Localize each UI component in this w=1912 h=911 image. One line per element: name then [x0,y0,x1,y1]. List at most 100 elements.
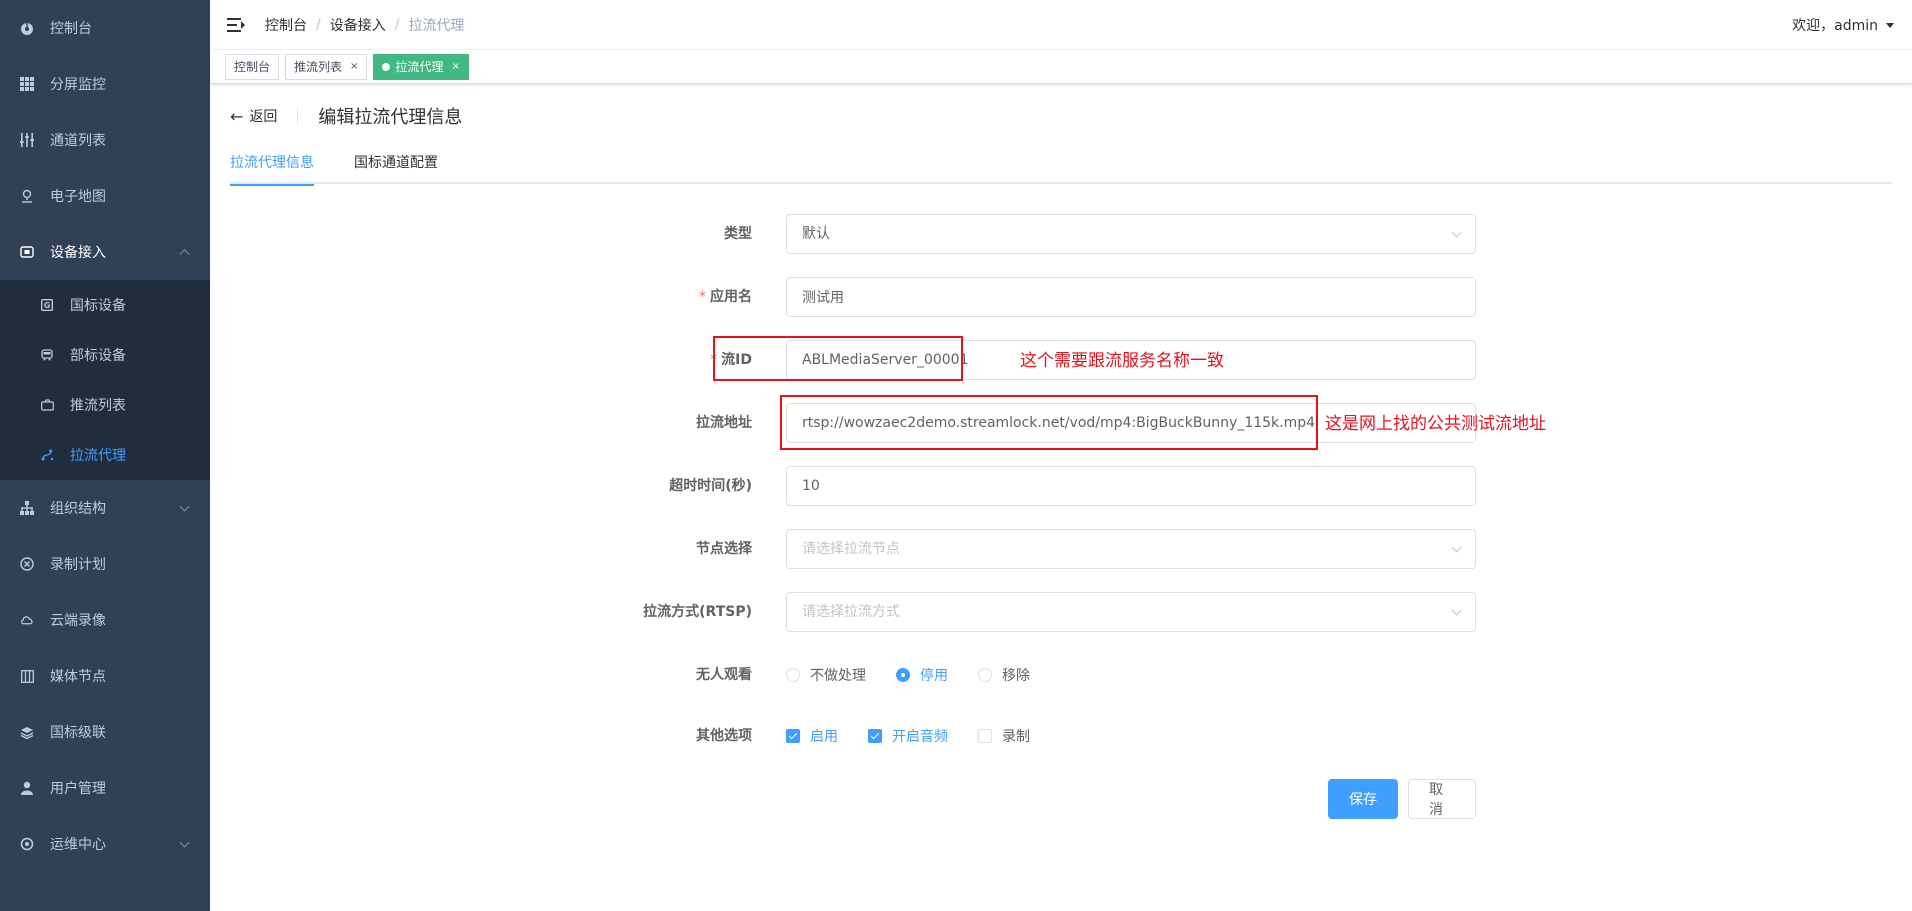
breadcrumb-item[interactable]: 设备接入 [330,15,386,35]
map-pin-icon [20,189,34,203]
timeout-label: 超时时间(秒) [669,478,752,494]
dashboard-icon [20,21,34,35]
sidebar-item-media-node[interactable]: 媒体节点 [0,648,210,704]
tag-label: 控制台 [234,59,271,74]
radio-circle [896,668,910,682]
divider [297,108,299,124]
tab-pull-proxy-info[interactable]: 拉流代理信息 [230,152,314,186]
form-row-no-viewer: 无人观看 不做处理 停用 移除 [210,655,1912,695]
back-label: 返回 [249,109,278,125]
breadcrumb-item[interactable]: 控制台 [265,15,307,35]
sidebar-subitem-label: 拉流代理 [70,448,126,464]
sidebar-item-map[interactable]: 电子地图 [0,168,210,224]
form-row-type: 类型 默认 [210,214,1912,254]
sidebar-item-label: 录制计划 [50,557,106,573]
checkbox-record[interactable]: 录制 [978,726,1030,746]
sidebar-subitem-label: 推流列表 [70,398,126,414]
close-icon[interactable]: × [350,55,358,79]
main-area: 控制台 / 设备接入 / 拉流代理 欢迎，admin 控制台 推流列表 × 拉流… [210,0,1912,911]
app-name-input[interactable] [786,277,1476,317]
sidebar-item-split-monitor[interactable]: 分屏监控 [0,56,210,112]
stream-label: * 流ID [710,352,752,368]
sidebar-item-device-access[interactable]: 设备接入 [0,224,210,280]
checkbox-enable[interactable]: 启用 [786,726,838,746]
save-button[interactable]: 保存 [1328,779,1398,819]
tag-push-list[interactable]: 推流列表 × [285,53,368,80]
sliders-icon [20,133,34,147]
sidebar-item-record-plan[interactable]: 录制计划 [0,536,210,592]
form-row-url: 拉流地址 [210,403,1912,443]
rtsp-method-select[interactable]: 请选择拉流方式 [786,592,1476,632]
no-viewer-label: 无人观看 [696,667,752,683]
rtsp-label: 拉流方式(RTSP) [643,604,752,620]
org-tree-icon [20,501,34,515]
close-icon[interactable]: × [451,55,459,79]
gb-device-icon: G [40,298,54,312]
radio-label: 不做处理 [810,668,866,684]
checkbox-label: 开启音频 [892,729,948,745]
tag-label: 拉流代理 [395,59,444,74]
radio-label: 移除 [1002,668,1030,684]
back-button[interactable]: ← 返回 [230,106,277,126]
checkbox-label: 启用 [810,729,838,745]
device-icon [20,245,34,259]
sidebar-item-channel-list[interactable]: 通道列表 [0,112,210,168]
radio-disable[interactable]: 停用 [896,665,948,685]
timeout-input[interactable] [786,466,1476,506]
sidebar-subitem-label: 部标设备 [70,348,126,364]
camera-icon [40,398,54,412]
radio-remove[interactable]: 移除 [978,665,1030,685]
url-label: 拉流地址 [696,415,752,431]
rtsp-select-placeholder: 请选择拉流方式 [802,604,900,620]
hamburger-icon[interactable] [227,17,245,32]
chevron-down-icon [1451,605,1462,616]
sidebar-subitem-pull-proxy[interactable]: 拉流代理 [0,430,210,480]
media-node-icon [20,669,34,683]
form-row-timeout: 超时时间(秒) [210,466,1912,506]
sidebar-subitem-push-list[interactable]: 推流列表 [0,380,210,430]
sidebar-item-dashboard[interactable]: 控制台 [0,0,210,56]
breadcrumb-separator: / [394,16,400,33]
breadcrumb-separator: / [316,16,321,33]
tab-gb-channel-config[interactable]: 国标通道配置 [354,152,438,184]
sidebar-item-cloud-record[interactable]: 云端录像 [0,592,210,648]
sidebar-item-label: 控制台 [50,21,92,37]
sidebar-item-org[interactable]: 组织结构 [0,480,210,536]
sidebar-item-user-mgmt[interactable]: 用户管理 [0,760,210,816]
sidebar-subitem-label: 国标设备 [70,298,126,314]
sidebar-subitem-jt-device[interactable]: 部标设备 [0,330,210,380]
chevron-up-icon [179,249,190,260]
radio-circle [978,668,992,682]
pull-proxy-icon [40,448,54,462]
tag-dashboard[interactable]: 控制台 [225,53,280,80]
ops-icon [20,837,34,851]
layers-icon [20,725,34,739]
page-title: 编辑拉流代理信息 [318,107,463,128]
caret-down-icon [1886,22,1894,28]
sidebar-item-label: 用户管理 [50,781,106,797]
radio-label: 停用 [920,668,948,684]
form-row-node: 节点选择 请选择拉流节点 [210,529,1912,569]
radio-no-action[interactable]: 不做处理 [786,665,866,685]
checkbox-enable-audio[interactable]: 开启音频 [868,726,948,746]
sidebar-item-label: 分屏监控 [50,77,106,93]
svg-text:G: G [44,301,51,310]
type-select[interactable]: 默认 [786,214,1476,254]
grid-icon [20,77,34,91]
type-label: 类型 [724,226,752,242]
sidebar-item-label: 媒体节点 [50,669,106,685]
checkbox-label: 录制 [1002,729,1030,745]
cloud-icon [20,613,34,627]
tag-pull-proxy[interactable]: 拉流代理 × [373,53,469,80]
user-menu[interactable]: 欢迎，admin [1792,0,1894,50]
sidebar-item-gb-cascade[interactable]: 国标级联 [0,704,210,760]
sidebar-item-label: 运维中心 [50,837,106,853]
cancel-button[interactable]: 取消 [1408,779,1476,819]
sidebar-item-ops-center[interactable]: 运维中心 [0,816,210,872]
sidebar: 控制台 分屏监控 通道列表 电子地图 设备接入 G 国标设备 部标设备 推流列表… [0,0,210,911]
tags-view: 控制台 推流列表 × 拉流代理 × [210,50,1912,84]
sidebar-subitem-gb-device[interactable]: G 国标设备 [0,280,210,330]
chevron-down-icon [179,837,190,848]
annotation-stream-note: 这个需要跟流服务名称一致 [1020,351,1224,371]
node-select[interactable]: 请选择拉流节点 [786,529,1476,569]
